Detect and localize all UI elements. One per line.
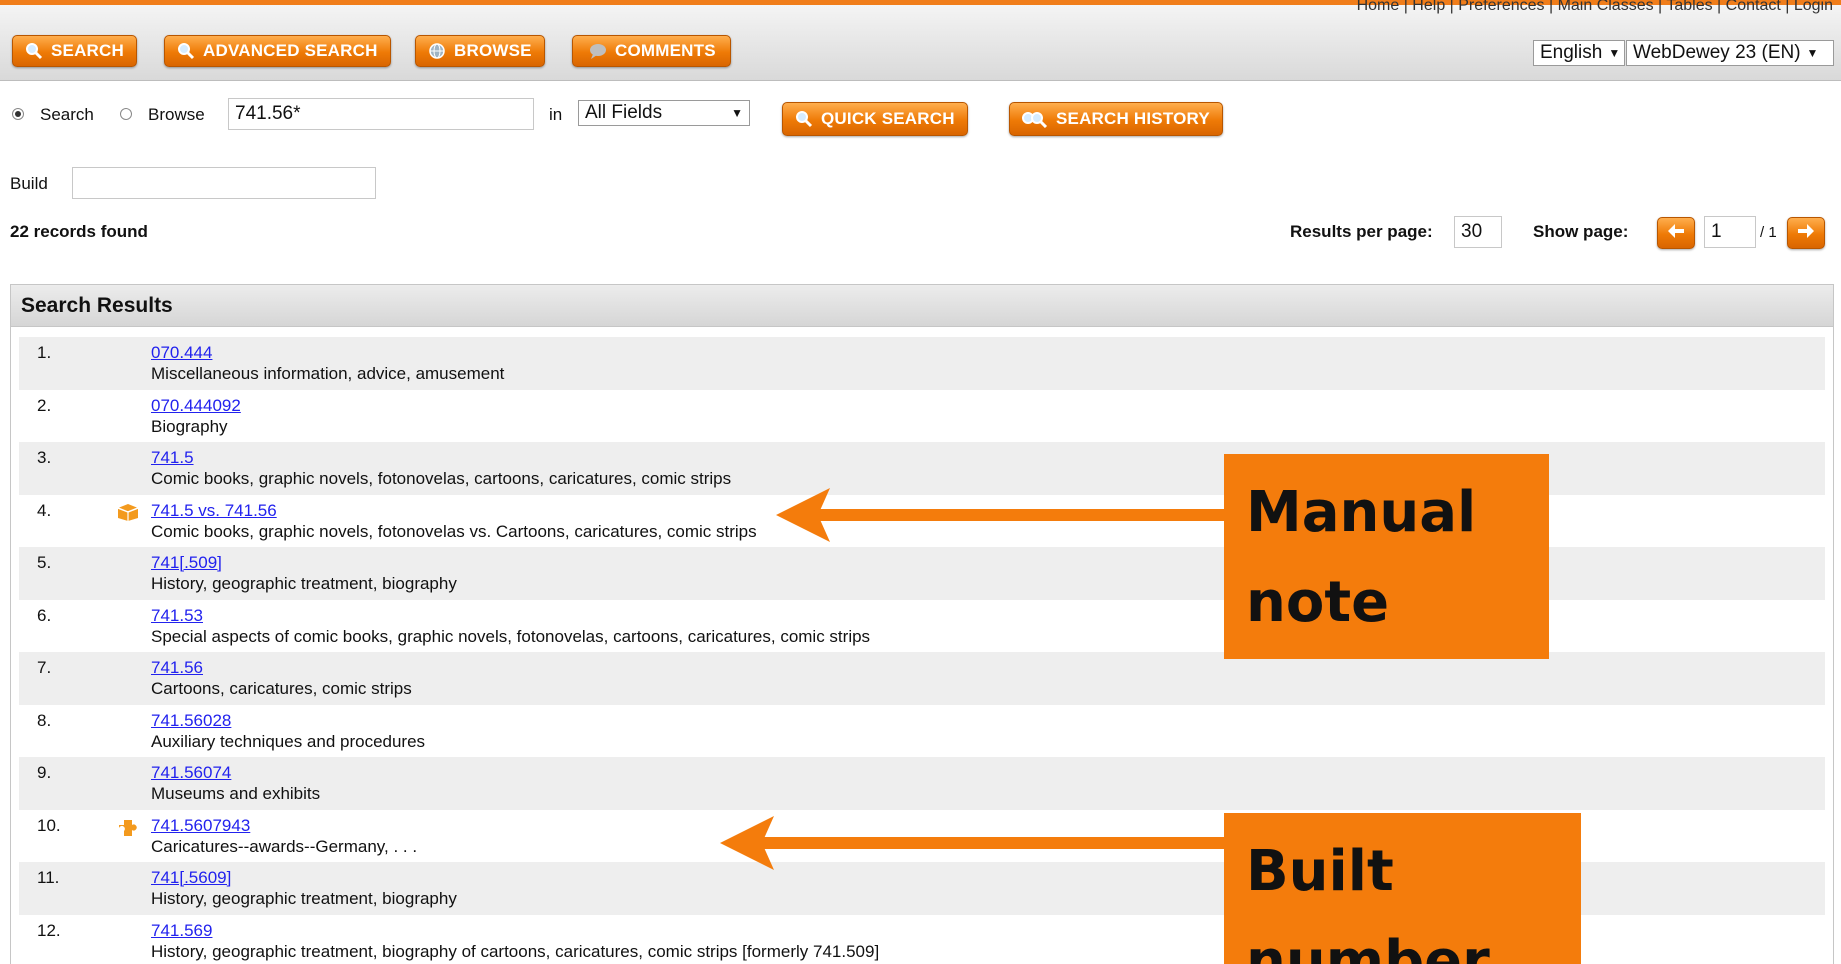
manual-note-arrow xyxy=(776,488,1225,542)
built-number-callout: Built number xyxy=(1224,813,1581,964)
built-number-arrow xyxy=(720,816,1225,870)
manual-note-callout: Manual note xyxy=(1224,454,1549,659)
webdewey-app: Home | Help | Preferences | Main Classes… xyxy=(0,0,1841,964)
